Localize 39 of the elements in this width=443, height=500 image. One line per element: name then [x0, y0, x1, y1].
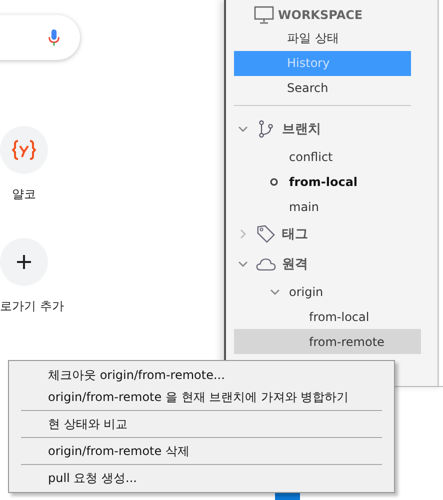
curly-braces-icon	[12, 140, 36, 160]
tree-label: from-local	[309, 310, 370, 324]
shortcut-tile[interactable]	[0, 238, 48, 286]
tree-label: main	[289, 200, 319, 214]
tree-item[interactable]: conflict	[234, 144, 421, 169]
menu-item[interactable]: pull 요청 생성...	[9, 467, 394, 489]
tree-item[interactable]: main	[234, 194, 421, 219]
monitor-icon	[254, 6, 274, 24]
tree-label: conflict	[289, 150, 333, 164]
shortcut-label: 로가기 추가	[0, 298, 64, 315]
shortcut-tile[interactable]	[0, 126, 48, 174]
chevron-down-icon[interactable]	[270, 286, 280, 296]
menu-item[interactable]: origin/from-remote 삭제	[9, 440, 394, 462]
tree-item[interactable]: from-remote	[234, 329, 421, 354]
plus-icon	[17, 255, 31, 269]
menu-item[interactable]: origin/from-remote 을 현재 브랜치에 가져와 병합하기	[9, 386, 394, 408]
tree-label: from-remote	[309, 334, 384, 348]
section-title: 브랜치	[282, 121, 321, 138]
sidebar-item[interactable]: 파일 상태	[234, 26, 411, 51]
chevron-down-icon[interactable]	[238, 259, 248, 269]
section-title: 원격	[282, 256, 308, 273]
tree-label: origin	[289, 284, 324, 298]
section-title: 태그	[282, 226, 308, 243]
tree-item[interactable]: from-local	[234, 304, 421, 329]
menu-item[interactable]: 현 상태와 비교	[9, 413, 394, 435]
cloud-icon	[256, 258, 276, 270]
section-title: WORKSPACE	[278, 8, 363, 22]
current-branch-icon	[270, 178, 278, 186]
shortcut-label: 얄코	[12, 186, 36, 203]
tag-icon	[256, 225, 276, 243]
chevron-down-icon[interactable]	[238, 124, 248, 134]
menu-item[interactable]: 체크아웃 origin/from-remote...	[9, 364, 394, 386]
sidebar-item[interactable]: Search	[234, 76, 411, 101]
chevron-right-icon[interactable]	[238, 229, 248, 239]
tree-item[interactable]: from-local	[234, 169, 421, 194]
branch-icon	[256, 120, 276, 138]
microphone-icon[interactable]	[48, 28, 60, 46]
tree-item[interactable]: origin	[234, 279, 421, 304]
tree-label: from-local	[289, 174, 358, 188]
